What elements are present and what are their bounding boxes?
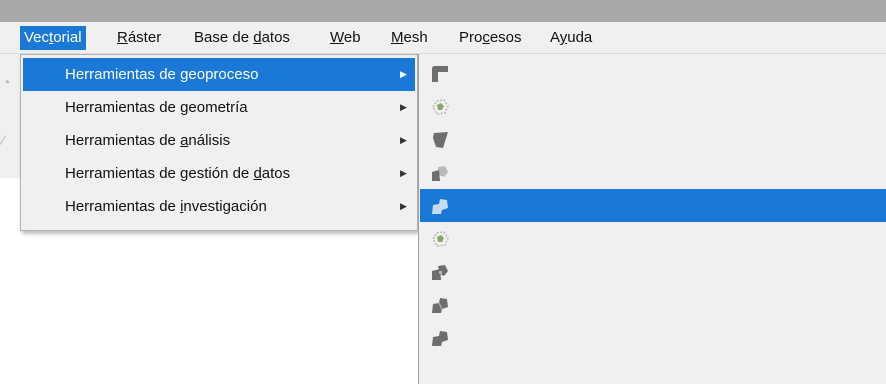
menu-item-label: Herramientas de gestión de datos xyxy=(65,165,291,182)
vectorial-menu: Herramientas de geoproceso ▶ Herramienta… xyxy=(20,54,418,231)
menu-procesos[interactable]: Procesos xyxy=(455,26,526,50)
menu-item-geoprocess-tools[interactable]: Herramientas de geoproceso ▶ xyxy=(23,58,415,91)
geoprocess-submenu xyxy=(418,54,886,384)
menu-ayuda[interactable]: Ayuda xyxy=(546,26,596,50)
union-icon xyxy=(432,298,448,313)
menu-item-clip[interactable] xyxy=(420,90,886,123)
submenu-arrow-icon: ▶ xyxy=(400,102,407,112)
menu-item-symmetric-difference[interactable] xyxy=(420,255,886,288)
menu-item-label: Herramientas de geoproceso xyxy=(65,66,259,83)
toolbar-tool-icon: ⁄ xyxy=(2,132,5,148)
menu-item-union[interactable] xyxy=(420,288,886,321)
menu-item-convex-hull[interactable] xyxy=(420,123,886,156)
submenu-arrow-icon: ▶ xyxy=(400,168,407,178)
menu-mesh[interactable]: Mesh xyxy=(387,26,432,50)
menu-item-geometry-tools[interactable]: Herramientas de geometría ▶ xyxy=(23,91,415,124)
menu-item-label: Herramientas de análisis xyxy=(65,132,231,149)
menu-item-label: Herramientas de investigación xyxy=(65,198,267,215)
dissolve-icon xyxy=(432,199,448,214)
title-bar xyxy=(0,0,886,22)
submenu-arrow-icon: ▶ xyxy=(400,201,407,211)
submenu-arrow-icon: ▶ xyxy=(400,135,407,145)
menu-item-eliminate-selected-polygons[interactable] xyxy=(420,321,886,354)
intersection-icon xyxy=(432,231,449,247)
menu-item-label: Herramientas de geometría xyxy=(65,99,248,116)
menu-item-research-tools[interactable]: Herramientas de investigación ▶ xyxy=(23,190,415,223)
menu-item-dissolve[interactable] xyxy=(420,189,886,222)
toolbar-background: ◔ ⁄ xyxy=(0,54,22,178)
menu-item-buffer[interactable] xyxy=(420,57,886,90)
menu-item-intersection[interactable] xyxy=(420,222,886,255)
submenu-arrow-icon: ▶ xyxy=(400,69,407,79)
menu-raster[interactable]: Ráster xyxy=(113,26,165,50)
menu-bar: Vectorial Ráster Base de datos Web Mesh … xyxy=(0,22,886,54)
buffer-icon xyxy=(432,66,448,82)
menu-item-analysis-tools[interactable]: Herramientas de análisis ▶ xyxy=(23,124,415,157)
menu-base-de-datos[interactable]: Base de datos xyxy=(190,26,294,50)
menu-item-data-management-tools[interactable]: Herramientas de gestión de datos ▶ xyxy=(23,157,415,190)
menu-vectorial[interactable]: Vectorial xyxy=(20,26,86,50)
eliminate-polygons-icon xyxy=(432,331,448,346)
difference-icon xyxy=(432,166,448,181)
menu-item-difference[interactable] xyxy=(420,156,886,189)
convex-hull-icon xyxy=(433,132,448,148)
symmetric-difference-icon xyxy=(432,265,448,280)
menu-web[interactable]: Web xyxy=(326,26,365,50)
toolbar-tool-icon: ◔ xyxy=(2,74,11,90)
clip-icon xyxy=(432,99,449,115)
